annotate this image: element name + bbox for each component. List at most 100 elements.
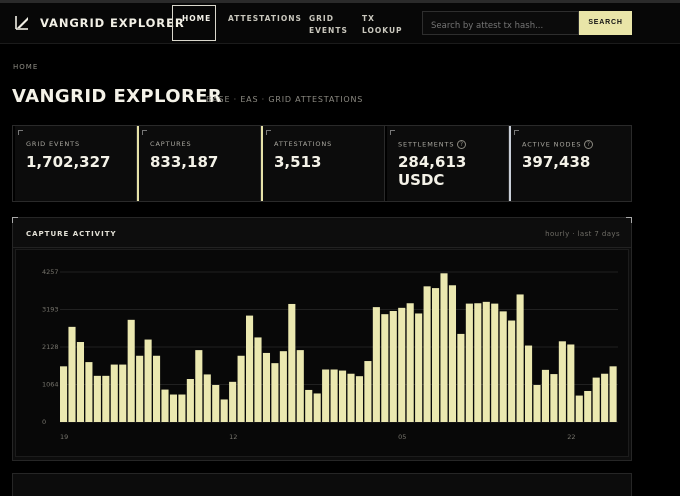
bar [127,319,135,422]
brand-name[interactable]: VANGRID EXPLORER [40,16,185,30]
nav-grid-events[interactable]: GRID EVENTS [309,13,348,37]
bar [153,355,161,422]
corner-mark [18,130,23,135]
bar [330,369,338,422]
bar [389,311,397,422]
stat-captures: CAPTURES 833,187 [137,126,261,201]
bar [499,311,507,422]
y-tick-label: 0 [42,418,46,426]
bar [592,377,600,422]
bar [347,373,355,422]
bar [102,375,110,422]
corner-mark [390,130,395,135]
bar [381,314,389,422]
corner-mark [266,130,271,135]
bar [237,355,245,422]
search-input[interactable] [422,11,579,35]
y-tick-label: 4257 [42,268,59,276]
bar [575,395,583,422]
bar [372,307,380,422]
search-button[interactable]: SEARCH [579,11,632,35]
bar [364,361,372,422]
bar [186,379,194,422]
bar [296,350,304,422]
bar [305,389,313,422]
nav-tx-lookup[interactable]: TX LOOKUP [362,13,403,37]
y-tick-label: 1064 [42,381,59,389]
bar [482,301,490,422]
corner-mark [514,130,519,135]
stat-active-nodes: ACTIVE NODES? 397,438 [509,126,633,201]
bar [541,369,550,422]
bar [220,399,228,422]
stat-label: ACTIVE NODES? [522,140,594,149]
bar [601,373,609,422]
y-tick-label: 3193 [42,305,59,313]
stat-value: 833,187 [150,153,219,171]
panel-meta: hourly · last 7 days [545,230,620,238]
stat-label: ATTESTATIONS [274,140,333,148]
stat-grid-events: GRID EVENTS 1,702,327 [13,126,137,201]
stat-value: 397,438 [522,153,591,171]
bar [76,342,85,422]
x-tick-label: 22 [567,433,575,441]
bar [406,303,414,422]
bar [474,303,482,422]
bar [567,344,575,422]
help-icon[interactable]: ? [457,140,467,149]
bar [212,385,220,422]
bar [313,393,321,422]
bar [246,315,254,422]
help-icon[interactable]: ? [584,140,594,149]
bar [195,350,203,422]
bar [203,374,211,422]
stat-label-text: ACTIVE NODES [522,140,582,149]
bar [432,288,440,422]
bar [161,389,169,422]
stat-label: GRID EVENTS [26,140,81,148]
bar [491,303,499,422]
bar [279,351,287,422]
panel-title: CAPTURE ACTIVITY [26,230,117,238]
nav-attestations[interactable]: ATTESTATIONS [228,13,302,25]
bar [136,355,144,422]
stat-accent [385,126,387,201]
nav-home[interactable]: HOME [172,5,216,41]
x-tick-label: 05 [398,433,406,441]
stat-accent [261,126,263,201]
bar [609,366,617,422]
bar [271,363,279,422]
stat-value: 3,513 [274,153,322,171]
x-tick-label: 19 [60,433,68,441]
stat-accent [13,126,15,201]
bar [144,339,152,422]
bar [68,326,76,422]
bar [508,320,516,422]
bar [119,364,127,422]
bar [322,369,330,422]
chart-area: 0 1064 2128 3193 4257 19 12 05 22 [15,249,629,457]
bar [440,273,448,422]
stat-label-text: SETTLEMENTS [398,140,455,149]
stat-label: SETTLEMENTS? [398,140,467,149]
bar [93,375,101,422]
bar [558,341,566,422]
logo-icon [15,16,28,30]
bar [178,394,186,422]
y-tick-label: 2128 [42,343,59,351]
bar [525,345,533,422]
bar [254,337,262,422]
bar [415,313,423,422]
breadcrumb[interactable]: HOME [13,63,38,71]
bar [339,370,347,422]
bar [169,394,178,422]
bar [533,385,541,422]
bar [288,303,296,422]
bar [516,294,524,422]
bar [550,374,558,422]
bar [584,390,592,422]
bar [85,362,93,422]
stat-accent [137,126,139,201]
x-tick-label: 12 [229,433,237,441]
bar [262,352,271,422]
